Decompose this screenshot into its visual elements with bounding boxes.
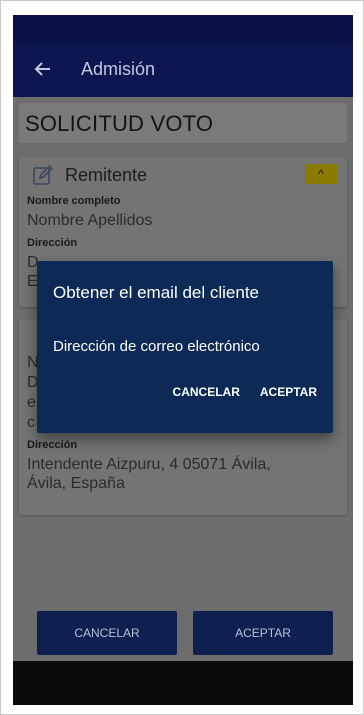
page-title-bar: SOLICITUD VOTO [19,103,347,143]
dialog-actions: CANCELAR ACEPTAR [173,385,317,399]
cancel-button[interactable]: CANCELAR [37,611,177,655]
status-bar [13,15,353,43]
full-name-label: Nombre completo [27,195,121,207]
dialog-cancel-button[interactable]: CANCELAR [173,385,240,399]
app-bar: Admisión [13,43,353,97]
screenshot-frame: Admisión SOLICITUD VOTO Remitente ^ Nomb… [0,0,364,715]
app-title: Admisión [81,59,156,79]
collapse-sender-button[interactable]: ^ [305,164,337,184]
dialog-title: Obtener el email del cliente [53,283,260,302]
recipient-address-label: Dirección [27,439,78,451]
full-name-value: Nombre Apellidos [27,212,153,229]
arrow-left-icon[interactable] [31,57,55,81]
accept-button[interactable]: ACEPTAR [193,611,333,655]
navigation-bar [13,661,353,705]
recipient-address-line-1: Intendente Aizpuru, 4 05071 Ávila, [27,456,271,473]
chevron-up-icon: ^ [318,167,324,181]
recipient-row-4: c [27,414,35,431]
page-title: SOLICITUD VOTO [25,111,214,136]
dialog-accept-button[interactable]: ACEPTAR [260,385,317,399]
edit-icon [33,164,54,185]
recipient-address-line-2: Ávila, España [27,475,125,492]
email-input[interactable] [53,335,317,357]
email-dialog: Obtener el email del cliente CANCELAR AC… [37,261,333,433]
recipient-row-3: e [27,394,36,411]
phone-screen: Admisión SOLICITUD VOTO Remitente ^ Nomb… [13,15,353,705]
sender-card-title: Remitente [65,164,148,185]
sender-address-label: Dirección [27,237,78,249]
sender-card-header: Remitente [31,163,147,187]
